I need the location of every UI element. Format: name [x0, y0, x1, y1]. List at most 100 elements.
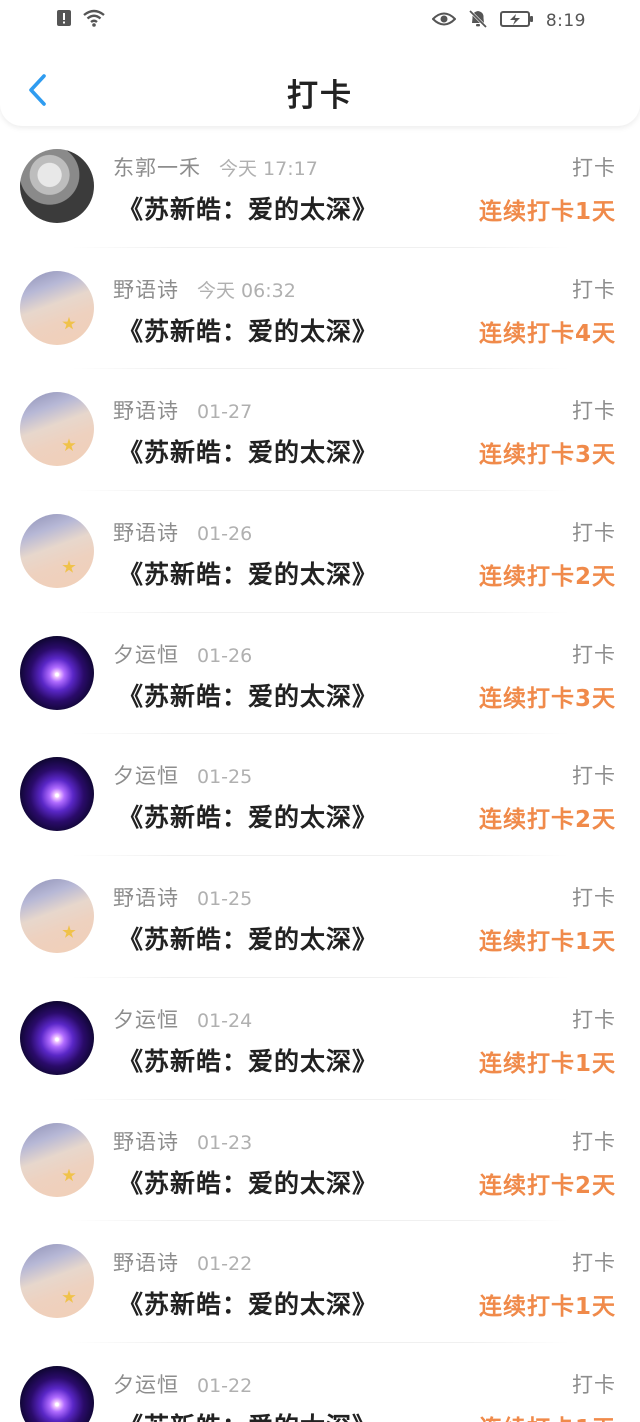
checkin-time: 01-25 [197, 888, 253, 911]
list-item[interactable]: 野语诗 01-26 《苏新皓：爱的太深》 打卡 连续打卡2天 [0, 491, 640, 613]
checkin-time: 01-27 [197, 401, 253, 424]
avatar[interactable] [20, 1244, 94, 1319]
song-title: 《苏新皓：爱的太深》 [118, 681, 379, 711]
star-icon [62, 438, 76, 452]
streak-label: 连续打卡1天 [478, 1050, 616, 1077]
star-icon [62, 560, 76, 573]
user-name[interactable]: 野语诗 [113, 395, 179, 425]
item-meta: 野语诗 01-25 [113, 882, 252, 912]
streak-label: 连续打卡2天 [478, 564, 616, 591]
streak-label: 连续打卡2天 [478, 807, 616, 834]
star-icon [62, 1290, 76, 1303]
item-meta: 野语诗 今天 06:32 [113, 274, 296, 304]
checkin-time: 01-22 [197, 1374, 253, 1397]
item-meta: 野语诗 01-22 [113, 1247, 252, 1277]
song-title: 《苏新皓：爱的太深》 [118, 1290, 379, 1320]
item-meta: 夕运恒 01-26 [113, 639, 252, 669]
avatar[interactable] [20, 879, 94, 954]
avatar[interactable] [20, 635, 94, 710]
avatar[interactable] [20, 149, 94, 223]
eye-icon [431, 11, 457, 31]
avatar[interactable] [20, 1122, 94, 1197]
streak-label: 连续打卡1天 [478, 199, 616, 225]
user-name[interactable]: 野语诗 [113, 517, 179, 547]
bell-muted-icon [468, 9, 488, 33]
user-name[interactable]: 夕运恒 [113, 1004, 179, 1034]
list-item[interactable]: 野语诗 01-22 《苏新皓：爱的太深》 打卡 连续打卡1天 [0, 1221, 640, 1343]
item-meta: 野语诗 01-23 [113, 1126, 252, 1156]
item-meta: 野语诗 01-26 [113, 517, 252, 547]
checkin-type: 打卡 [572, 886, 616, 911]
user-name[interactable]: 野语诗 [113, 1126, 179, 1156]
user-name[interactable]: 野语诗 [113, 1247, 179, 1277]
avatar[interactable] [20, 514, 94, 589]
song-title: 《苏新皓：爱的太深》 [118, 195, 379, 224]
streak-label: 连续打卡1天 [478, 929, 616, 956]
item-meta: 夕运恒 01-24 [113, 1004, 252, 1034]
song-title: 《苏新皓：爱的太深》 [118, 925, 379, 955]
list-item[interactable]: 野语诗 01-25 《苏新皓：爱的太深》 打卡 连续打卡1天 [0, 856, 640, 978]
star-icon [62, 316, 76, 330]
song-title: 《苏新皓：爱的太深》 [118, 1407, 378, 1422]
checkin-time: 01-26 [197, 523, 253, 546]
song-title: 《苏新皓：爱的太深》 [118, 1046, 379, 1076]
checkin-time: 01-24 [197, 1009, 253, 1032]
checkin-type: 打卡 [572, 1007, 616, 1032]
list-item[interactable]: 野语诗 今天 06:32 《苏新皓：爱的太深》 打卡 连续打卡4天 [0, 248, 640, 370]
user-name[interactable]: 夕运恒 [113, 760, 179, 790]
streak-label: 连续打卡3天 [478, 442, 616, 469]
avatar[interactable] [20, 1000, 94, 1075]
list-item[interactable]: 东郭一禾 今天 17:17 《苏新皓：爱的太深》 打卡 连续打卡1天 [0, 126, 640, 248]
avatar[interactable] [20, 392, 94, 467]
checkin-type: 打卡 [572, 1129, 616, 1154]
avatar[interactable] [20, 1365, 94, 1422]
streak-label: 连续打卡4天 [478, 320, 616, 347]
list-item[interactable]: 夕运恒 01-24 《苏新皓：爱的太深》 打卡 连续打卡1天 [0, 978, 640, 1100]
checkin-type: 打卡 [572, 642, 616, 667]
streak-label: 连续打卡1天 [478, 1294, 616, 1321]
checkin-type: 打卡 [572, 1372, 616, 1397]
checkin-type: 打卡 [572, 156, 616, 180]
song-title: 《苏新皓：爱的太深》 [118, 1168, 379, 1198]
user-name[interactable]: 夕运恒 [113, 1369, 179, 1399]
checkin-type: 打卡 [572, 277, 616, 302]
checkin-time: 01-22 [197, 1253, 253, 1276]
checkin-type: 打卡 [572, 764, 616, 789]
avatar[interactable] [20, 270, 94, 345]
user-name[interactable]: 野语诗 [113, 274, 179, 304]
list-item[interactable]: 野语诗 01-27 《苏新皓：爱的太深》 打卡 连续打卡3天 [0, 369, 640, 492]
checkin-type: 打卡 [572, 521, 616, 546]
page-title: 打卡 [287, 78, 353, 114]
checkin-screen: 8:19 打卡 东郭一禾 今天 17:17 《苏新皓：爱的太深》 打卡 连续打卡… [0, 0, 640, 1422]
item-meta: 夕运恒 01-22 [113, 1369, 252, 1399]
list-item[interactable]: 夕运恒 01-22 《苏新皓：爱的太深》 打卡 连续打卡1天 [0, 1343, 640, 1422]
avatar[interactable] [20, 757, 94, 832]
item-meta: 夕运恒 01-25 [113, 760, 252, 790]
checkin-time: 01-23 [197, 1131, 253, 1154]
list-item[interactable]: 夕运恒 01-25 《苏新皓：爱的太深》 打卡 连续打卡2天 [0, 734, 640, 857]
star-icon [62, 1168, 76, 1182]
streak-label: 连续打卡1天 [479, 1409, 616, 1422]
item-meta: 东郭一禾 今天 17:17 [113, 152, 318, 182]
song-title: 《苏新皓：爱的太深》 [118, 438, 379, 468]
status-left [56, 9, 106, 31]
user-name[interactable]: 夕运恒 [113, 639, 179, 669]
streak-label: 连续打卡3天 [478, 685, 616, 712]
song-title: 《苏新皓：爱的太深》 [118, 316, 379, 346]
checkin-time: 01-25 [197, 766, 253, 789]
status-bar: 8:19 [0, 0, 640, 44]
wifi-icon [82, 9, 106, 31]
battery-charging-icon [499, 10, 534, 32]
header-card: 8:19 打卡 [0, 0, 640, 126]
list-item[interactable]: 野语诗 01-23 《苏新皓：爱的太深》 打卡 连续打卡2天 [0, 1100, 640, 1222]
status-time: 8:19 [545, 11, 586, 31]
song-title: 《苏新皓：爱的太深》 [118, 803, 379, 833]
checkin-type: 打卡 [572, 399, 616, 424]
list-item[interactable]: 夕运恒 01-26 《苏新皓：爱的太深》 打卡 连续打卡3天 [0, 613, 640, 735]
user-name[interactable]: 野语诗 [113, 882, 179, 912]
checkin-time: 今天 17:17 [219, 158, 318, 180]
user-name[interactable]: 东郭一禾 [113, 152, 201, 182]
checkin-type: 打卡 [572, 1251, 616, 1276]
checkin-time: 今天 06:32 [197, 279, 296, 302]
checkin-time: 01-26 [197, 644, 253, 667]
